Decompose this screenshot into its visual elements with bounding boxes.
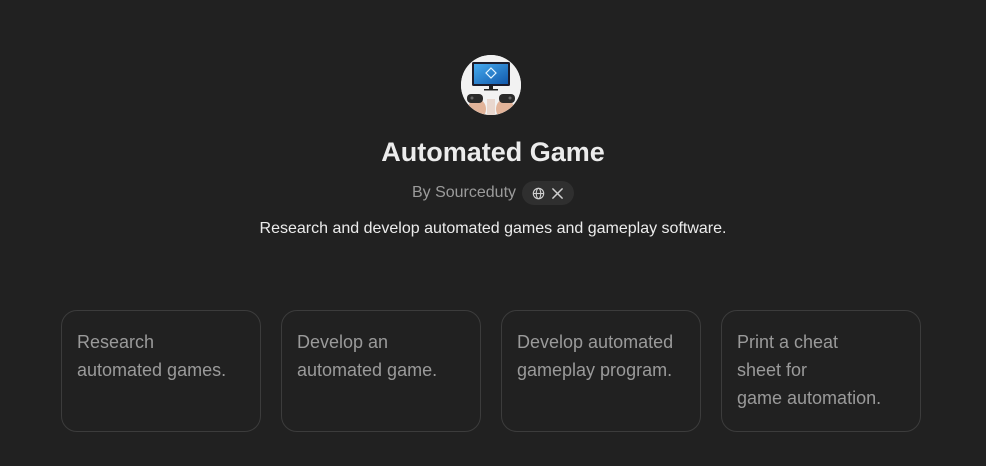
x-logo-icon[interactable] bbox=[551, 187, 564, 200]
monitor-controller-icon bbox=[461, 55, 521, 115]
starter-card[interactable]: Develop an automated game. bbox=[281, 310, 481, 432]
starter-card[interactable]: Research automated games. bbox=[61, 310, 261, 432]
social-links bbox=[522, 181, 575, 205]
gpt-landing: Automated Game By Sourceduty Research an… bbox=[0, 0, 986, 466]
starter-card[interactable]: Print a cheat sheet for game automation. bbox=[721, 310, 921, 432]
author-label: By Sourceduty bbox=[411, 184, 517, 201]
byline-row: By Sourceduty bbox=[0, 181, 986, 205]
conversation-starters: Research automated games. Develop an aut… bbox=[61, 310, 921, 432]
gpt-description: Research and develop automated games and… bbox=[259, 220, 727, 237]
starter-card[interactable]: Develop automated gameplay program. bbox=[501, 310, 701, 432]
globe-icon[interactable] bbox=[532, 187, 545, 200]
gpt-title: Automated Game bbox=[381, 137, 605, 167]
gpt-avatar bbox=[461, 55, 521, 115]
